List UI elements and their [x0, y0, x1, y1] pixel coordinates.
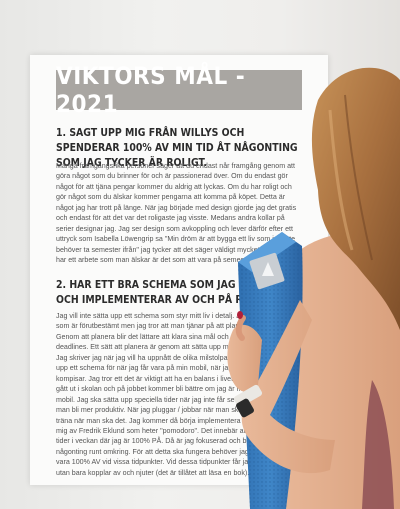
woman-with-yoga-mat-photo — [227, 67, 400, 509]
